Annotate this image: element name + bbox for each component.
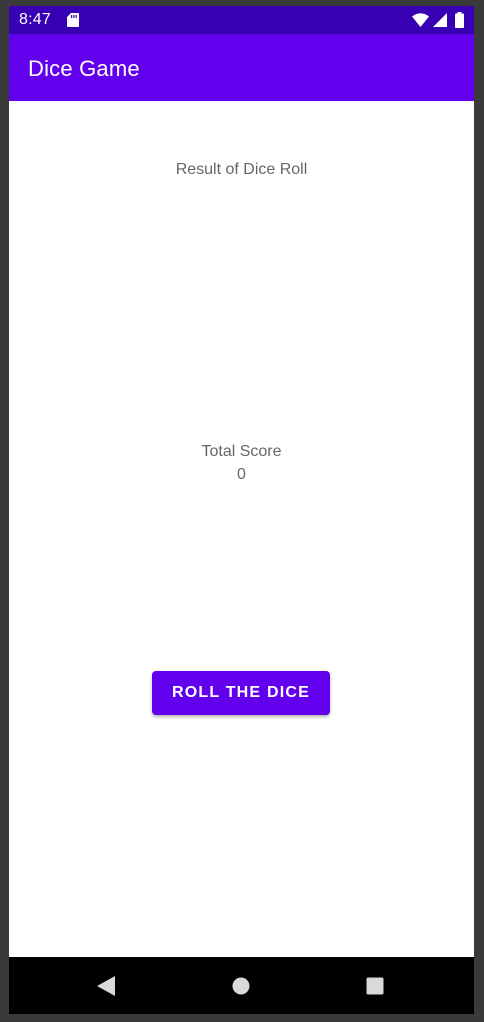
back-icon[interactable]: [96, 975, 116, 997]
wifi-icon: [412, 13, 429, 27]
navigation-bar: [9, 957, 474, 1014]
total-score-label: Total Score: [201, 443, 282, 460]
sd-card-icon: [67, 13, 79, 27]
battery-icon: [455, 12, 464, 28]
roll-dice-button[interactable]: ROLL THE DICE: [152, 671, 330, 715]
device-frame: 8:47 Dice Game Result of Dice Roll Total…: [0, 0, 484, 1022]
status-time: 8:47: [19, 11, 51, 28]
app-bar: Dice Game: [9, 34, 474, 101]
status-bar: 8:47: [9, 6, 474, 34]
total-score-value: 0: [237, 466, 246, 483]
home-icon[interactable]: [232, 977, 250, 995]
app-title: Dice Game: [28, 56, 140, 81]
dice-result-label: Result of Dice Roll: [175, 161, 308, 178]
main-content: Result of Dice Roll Total Score 0 ROLL T…: [9, 101, 474, 957]
recents-icon[interactable]: [366, 977, 384, 995]
phone-screen: 8:47 Dice Game Result of Dice Roll Total…: [9, 6, 474, 1014]
signal-icon: [433, 13, 447, 27]
